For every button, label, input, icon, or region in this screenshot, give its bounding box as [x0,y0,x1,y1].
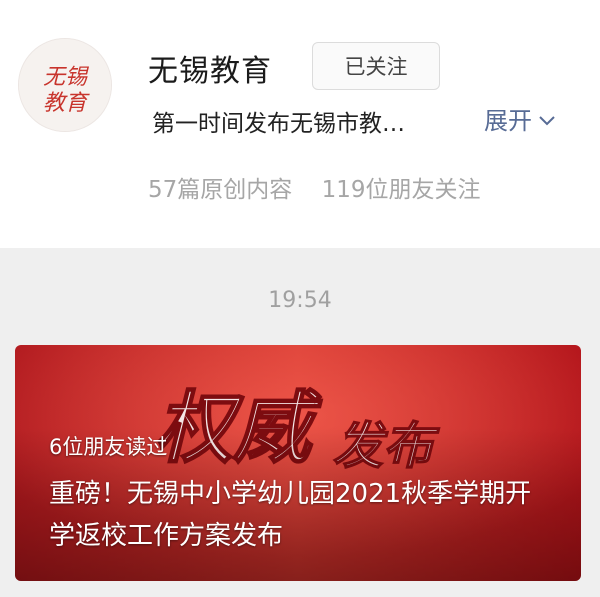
account-avatar[interactable]: 无锡 教育 [18,38,112,132]
account-name: 无锡教育 [148,54,272,89]
message-timestamp: 19:54 [268,288,332,313]
article-title: 重磅！无锡中小学幼儿园2021秋季学期开学返校工作方案发布 [49,479,532,551]
account-stats: 57篇原创内容 119位朋友关注 [148,170,481,204]
chevron-down-icon [538,105,556,133]
friends-follow-count: 119位朋友关注 [321,177,481,203]
expand-label: 展开 [484,107,532,135]
expand-button[interactable]: 展开 [484,101,556,136]
friends-read-count: 6位朋友读过 [49,435,168,459]
account-description: 第一时间发布无锡市教… [152,111,405,137]
followed-button[interactable]: 已关注 [312,42,440,90]
original-count: 57篇原创内容 [148,177,293,203]
account-profile: 无锡 教育 无锡教育 已关注 第一时间发布无锡市教… 展开 57篇原创内容 11… [0,0,600,248]
avatar-logo-text-bottom: 教育 [43,91,90,116]
article-card[interactable]: 权威 发布 6位朋友读过 重磅！无锡中小学幼儿园2021秋季学期开学返校工作方案… [15,345,581,581]
avatar-logo-text-top: 无锡 [43,65,90,90]
